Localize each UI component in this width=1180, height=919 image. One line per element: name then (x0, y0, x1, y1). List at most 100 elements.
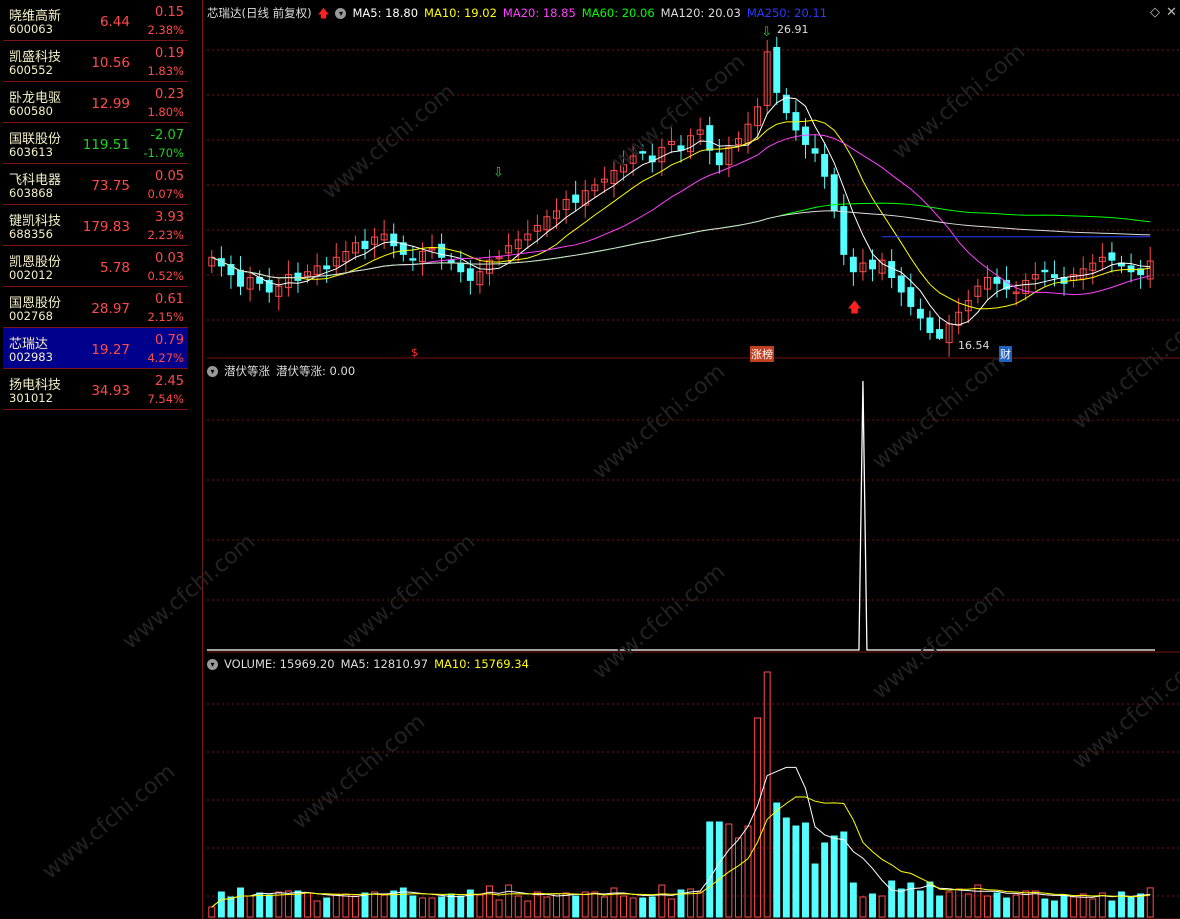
watermark: www.cfchi.com (118, 529, 260, 654)
watermark: www.cfchi.com (288, 709, 430, 834)
volume-label: VOLUME: 15969.20 (224, 657, 335, 671)
volume-bar (629, 897, 637, 918)
volume-bar (974, 884, 982, 918)
settings-diamond-icon[interactable]: ◇ (1150, 5, 1160, 20)
volume-bar (916, 890, 924, 918)
chart-area[interactable]: ⇩⇩🡅www.cfchi.com www.cfchi.com www.cfchi.c… (0, 0, 1180, 919)
close-icon[interactable]: ✕ (1166, 5, 1177, 20)
volume-bar (849, 882, 857, 918)
low-price-label: 16.54 (958, 339, 990, 352)
watermark: www.cfchi.com (1068, 309, 1180, 434)
indicator-value: 潜伏等涨: 0.00 (276, 364, 356, 378)
volume-bar (1146, 887, 1154, 918)
volume-bar (993, 892, 1001, 918)
volume-bar (1098, 892, 1106, 918)
volume-bar (1041, 898, 1049, 918)
volume-bar (744, 825, 752, 918)
volume-bar (313, 900, 321, 918)
volume-bar (1003, 897, 1011, 918)
up-arrow-icon: 🡅 (847, 300, 861, 316)
candle-body (993, 277, 1001, 284)
candle-body (390, 233, 398, 247)
volume-bar (773, 802, 781, 918)
volume-bar (361, 892, 369, 918)
volume-bar (304, 892, 312, 918)
watermark: www.cfchi.com (588, 359, 730, 484)
ma-line (211, 202, 1151, 279)
candle-body (1050, 274, 1058, 279)
candle-body (897, 275, 905, 293)
volume-bar (572, 895, 580, 918)
candle-body (323, 265, 331, 270)
volume-bar (1089, 898, 1097, 918)
volume-bar (821, 842, 829, 918)
candle-body (849, 256, 857, 273)
candle-body (361, 240, 369, 250)
volume-bar (323, 897, 331, 918)
volume-bar (792, 825, 800, 918)
volume-bar (667, 898, 675, 918)
volume-ma10-label: MA10: 15769.34 (434, 657, 529, 671)
volume-bar (265, 894, 273, 918)
volume-bar (495, 899, 503, 918)
collapse-icon[interactable]: ▾ (207, 659, 218, 670)
volume-bar (208, 906, 216, 918)
candle-body (840, 206, 848, 255)
volume-bar (964, 893, 972, 918)
volume-bar (734, 837, 742, 918)
volume-bar (227, 896, 235, 918)
candle-body (294, 272, 302, 281)
ma-label: MA20: 18.85 (502, 6, 576, 20)
volume-bar (983, 895, 991, 918)
collapse-icon[interactable]: ▾ (207, 366, 218, 377)
candle-body (1041, 269, 1049, 273)
down-arrow-icon: ⇩ (493, 165, 504, 180)
volume-bar (763, 671, 771, 918)
candle-body (409, 258, 417, 261)
volume-bar (600, 896, 608, 918)
candle-body (706, 125, 714, 151)
ma-label: MA250: 20.11 (746, 6, 828, 20)
volume-bar (409, 895, 417, 918)
volume-bar (639, 897, 647, 918)
marker-finance: 财 (999, 346, 1012, 362)
volume-bar (888, 880, 896, 918)
volume-bar (1060, 894, 1068, 918)
ma-label: MA5: 18.80 (352, 6, 419, 20)
volume-bar (246, 895, 254, 918)
main-title: 芯瑞达(日线 前复权) (207, 6, 312, 20)
volume-bar (706, 821, 714, 918)
volume-bar (1012, 894, 1020, 918)
volume-bar (256, 892, 264, 918)
volume-bar (859, 896, 867, 918)
candle-body (466, 268, 474, 281)
collapse-icon[interactable]: ▾ (335, 8, 347, 19)
volume-bar (715, 821, 723, 918)
ma-labels: MA5: 18.80 MA10: 19.02 MA20: 18.85 MA60: 20… (352, 6, 833, 20)
candle-body (1108, 252, 1116, 261)
ma-label: MA10: 19.02 (424, 6, 497, 20)
volume-bar (658, 884, 666, 918)
volume-ma5-label: MA5: 12810.97 (340, 657, 429, 671)
candle-body (936, 329, 944, 339)
volume-bar (802, 822, 809, 918)
watermark: www.cfchi.com (888, 39, 1030, 164)
indicator-title: 潜伏等涨 (224, 364, 270, 378)
volume-bar (869, 893, 876, 918)
candle-body (715, 152, 723, 166)
up-arrow-icon: 🡅 (317, 6, 330, 20)
watermark: www.cfchi.com (1068, 649, 1180, 774)
volume-bar (936, 895, 944, 918)
volume-bar (438, 896, 446, 918)
marker-dollar: $ (411, 346, 418, 359)
volume-bar (380, 894, 388, 918)
volume-bar (342, 893, 350, 918)
watermark: www.cfchi.com (588, 559, 730, 684)
volume-bar (648, 896, 656, 918)
candle-body (237, 269, 244, 287)
volume-bar (840, 831, 848, 918)
indicator-header: ▾ 潜伏等涨 潜伏等涨: 0.00 (207, 363, 361, 379)
volume-bar (457, 895, 465, 918)
candle-body (773, 47, 781, 93)
volume-bar (897, 888, 905, 918)
